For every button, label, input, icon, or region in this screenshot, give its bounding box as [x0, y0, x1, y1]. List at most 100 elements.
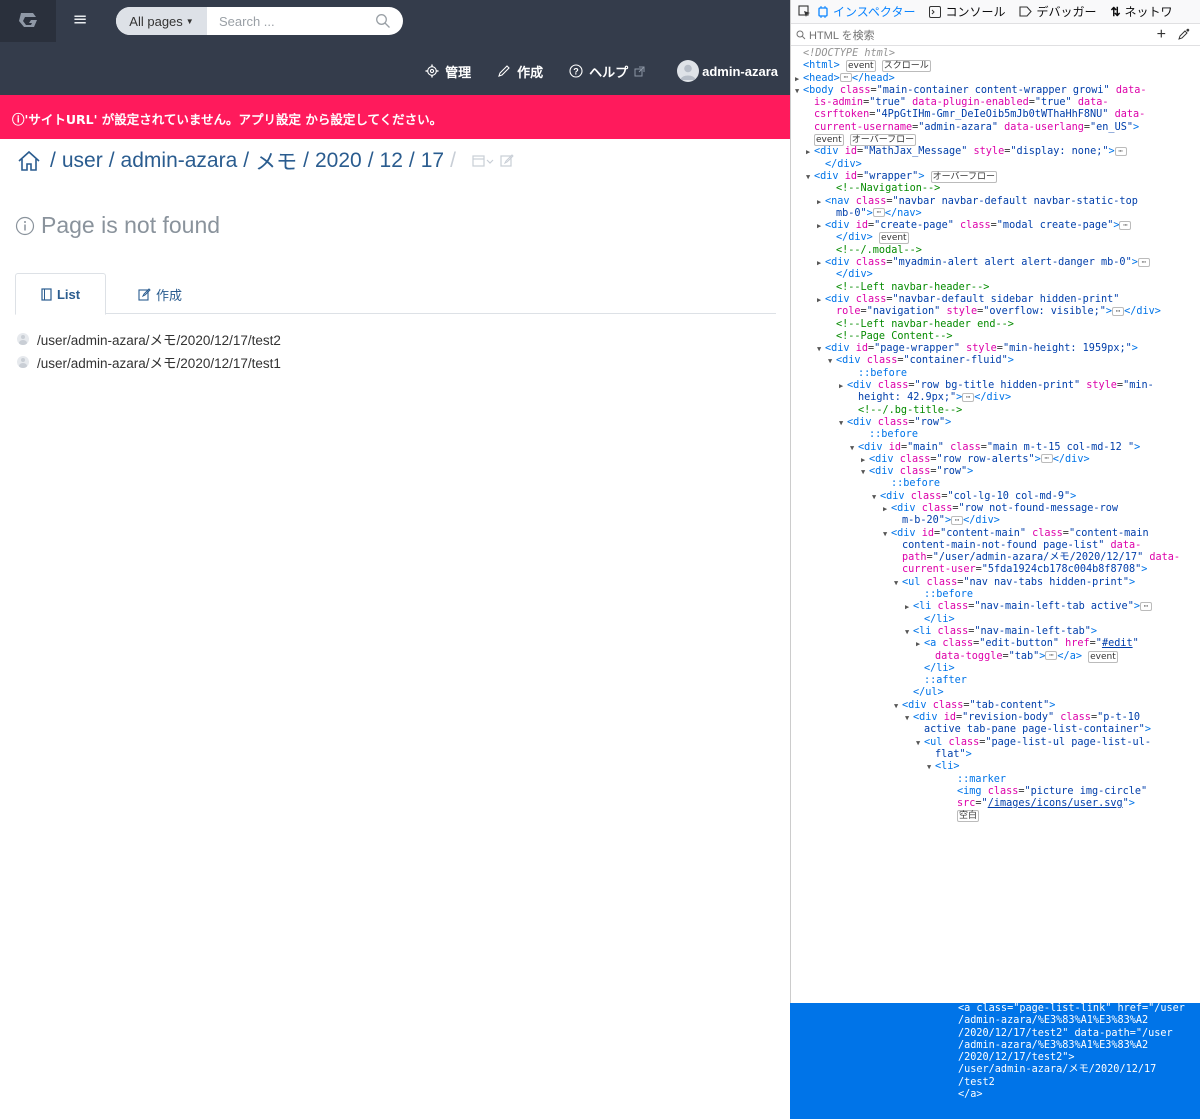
- expanded-twisty-icon[interactable]: ▼: [894, 577, 902, 589]
- collapsed-twisty-icon[interactable]: ▶: [916, 638, 924, 650]
- dom-tree-line[interactable]: ▶ <div class="navbar-default sidebar hidd…: [791, 294, 1200, 306]
- collapsed-twisty-icon[interactable]: ▶: [817, 196, 825, 208]
- breadcrumb-segment-memo[interactable]: メモ: [255, 146, 297, 176]
- dom-tree-line[interactable]: ▶ <head> ⋯ </head>: [791, 73, 1200, 85]
- collapsed-twisty-icon[interactable]: ▶: [861, 454, 869, 466]
- dom-tree-line[interactable]: <!--Page Content-->: [791, 331, 1200, 343]
- user-menu[interactable]: admin-azara: [677, 60, 778, 82]
- hamburger-menu-icon[interactable]: ≡: [70, 10, 90, 30]
- dom-tree-line[interactable]: ▼ <div id="wrapper"> オーバーフロー: [791, 170, 1200, 183]
- dom-tree-line[interactable]: 空白: [791, 810, 1200, 823]
- dom-tree-line[interactable]: ▼ <ul class="nav nav-tabs hidden-print">: [791, 577, 1200, 589]
- dom-tree-line[interactable]: path="/user/admin-azara/メモ/2020/12/17" d…: [791, 552, 1200, 564]
- dom-tree-line[interactable]: ▶ <div class="myadmin-alert alert alert-d…: [791, 257, 1200, 269]
- dom-tree-line[interactable]: ::after: [791, 675, 1200, 687]
- dom-tree-line[interactable]: current-username="admin-azara" data-user…: [791, 122, 1200, 134]
- dom-tree-line[interactable]: ▼ <div class="container-fluid">: [791, 355, 1200, 367]
- edit-icon[interactable]: [500, 154, 514, 168]
- dom-tree-line[interactable]: ▶ <a class="edit-button" href="#edit": [791, 638, 1200, 650]
- expanded-twisty-icon[interactable]: ▼: [916, 737, 924, 749]
- dom-tree-line[interactable]: <!DOCTYPE html>: [791, 48, 1200, 60]
- collapsed-twisty-icon[interactable]: ▶: [883, 503, 891, 515]
- dom-tree-line[interactable]: ▼ <div id="content-main" class="content-m…: [791, 528, 1200, 540]
- expanded-twisty-icon[interactable]: ▼: [927, 761, 935, 773]
- breadcrumb-segment-month[interactable]: 12: [380, 149, 403, 173]
- dom-tree-line[interactable]: active tab-pane page-list-container">: [791, 724, 1200, 736]
- dom-tree-line[interactable]: </li>: [791, 663, 1200, 675]
- tab-console[interactable]: コンソール: [929, 3, 1005, 20]
- collapsed-twisty-icon[interactable]: ▶: [806, 146, 814, 158]
- dom-tree-line[interactable]: height: 42.9px;"> ⋯ </div>: [791, 392, 1200, 404]
- search-scope-dropdown[interactable]: All pages ▼: [116, 7, 207, 35]
- tab-network[interactable]: ⇅ ネットワ: [1110, 3, 1172, 20]
- collapsed-twisty-icon[interactable]: ▶: [817, 220, 825, 232]
- add-node-icon[interactable]: +: [1157, 26, 1166, 44]
- dom-tree-line[interactable]: <!--/.modal-->: [791, 245, 1200, 257]
- dom-tree-line[interactable]: ▼ <div class="row">: [791, 466, 1200, 478]
- tab-list[interactable]: List: [15, 273, 106, 315]
- dom-tree-line[interactable]: </div>: [791, 269, 1200, 281]
- collapsed-twisty-icon[interactable]: ▶: [795, 73, 803, 85]
- dom-tree-line[interactable]: ▼ <div class="row">: [791, 417, 1200, 429]
- dom-tree-line[interactable]: ▼ <div class="col-lg-10 col-md-9">: [791, 491, 1200, 503]
- breadcrumb-segment-admin[interactable]: admin-azara: [121, 149, 238, 173]
- dom-tree-line[interactable]: <!--Left navbar-header-->: [791, 282, 1200, 294]
- dom-tree-line[interactable]: </li>: [791, 614, 1200, 626]
- selected-node-markup[interactable]: <a class="page-list-link" href="/user/ad…: [958, 1003, 1185, 1101]
- collapsed-twisty-icon[interactable]: ▶: [817, 294, 825, 306]
- dom-tree-line[interactable]: is-admin="true" data-plugin-enabled="tru…: [791, 97, 1200, 109]
- dom-tree-line[interactable]: ▼ <body class="main-container content-wra…: [791, 85, 1200, 97]
- eyedropper-icon[interactable]: [1178, 28, 1190, 40]
- template-dropdown-icon[interactable]: [472, 154, 494, 168]
- dom-tree-line[interactable]: ::before: [791, 368, 1200, 380]
- dom-tree-line[interactable]: ▼ <div class="tab-content">: [791, 700, 1200, 712]
- dom-tree-line[interactable]: m-b-20"> ⋯ </div>: [791, 515, 1200, 527]
- dom-tree-line[interactable]: ::before: [791, 589, 1200, 601]
- expanded-twisty-icon[interactable]: ▼: [894, 700, 902, 712]
- dom-tree-line[interactable]: </ul>: [791, 687, 1200, 699]
- dom-tree-line[interactable]: data-toggle="tab"> ⋯ </a> event: [791, 650, 1200, 663]
- search-icon[interactable]: [375, 13, 391, 29]
- home-icon[interactable]: [17, 150, 41, 172]
- dom-tree-line[interactable]: csrftoken="4PpGtIHm-Gmr_DeIeOib5mJb0tWTh…: [791, 109, 1200, 121]
- expanded-twisty-icon[interactable]: ▼: [839, 417, 847, 429]
- tab-debugger[interactable]: デバッガー: [1019, 3, 1096, 20]
- collapsed-twisty-icon[interactable]: ▶: [905, 601, 913, 613]
- dom-tree-line[interactable]: ▼ <div id="page-wrapper" style="min-heigh…: [791, 343, 1200, 355]
- dom-tree-line[interactable]: ▶ <li class="nav-main-left-tab active"> ⋯: [791, 601, 1200, 613]
- dom-tree-line[interactable]: <!--Left navbar-header end-->: [791, 319, 1200, 331]
- dom-tree-line[interactable]: current-user="5fda1924cb178c004b8f8708">: [791, 564, 1200, 576]
- breadcrumb-segment-day[interactable]: 17: [421, 149, 444, 173]
- dom-tree-line[interactable]: ▼ <div id="revision-body" class="p-t-10: [791, 712, 1200, 724]
- expanded-twisty-icon[interactable]: ▼: [828, 355, 836, 367]
- dom-tree-line[interactable]: <html> event スクロール: [791, 60, 1200, 73]
- breadcrumb-segment-year[interactable]: 2020: [315, 149, 362, 173]
- dom-tree-line[interactable]: <!--/.bg-title-->: [791, 405, 1200, 417]
- dom-tree-line[interactable]: <!--Navigation-->: [791, 183, 1200, 195]
- dom-tree-line[interactable]: ▼ <div id="main" class="main m-t-15 col-m…: [791, 442, 1200, 454]
- dom-tree-line[interactable]: src="/images/icons/user.svg">: [791, 798, 1200, 810]
- expanded-twisty-icon[interactable]: ▼: [817, 343, 825, 355]
- dom-tree-line[interactable]: ▼ <li class="nav-main-left-tab">: [791, 626, 1200, 638]
- expanded-twisty-icon[interactable]: ▼: [872, 491, 880, 503]
- dom-tree-line[interactable]: ▶ <nav class="navbar navbar-default navba…: [791, 196, 1200, 208]
- dom-tree-line[interactable]: event オーバーフロー: [791, 134, 1200, 147]
- dom-tree-line[interactable]: ▼ <ul class="page-list-ul page-list-ul-: [791, 737, 1200, 749]
- manage-link[interactable]: 管理: [425, 62, 471, 81]
- dom-tree-line[interactable]: flat">: [791, 749, 1200, 761]
- dom-tree-line[interactable]: ::before: [791, 429, 1200, 441]
- dom-tree-line[interactable]: ▼ <li>: [791, 761, 1200, 773]
- dom-tree-line[interactable]: ▶ <div class="row bg-title hidden-print" …: [791, 380, 1200, 392]
- dom-tree-line[interactable]: </div> event: [791, 232, 1200, 245]
- expanded-twisty-icon[interactable]: ▼: [850, 442, 858, 454]
- help-link[interactable]: ? ヘルプ: [569, 62, 651, 81]
- expanded-twisty-icon[interactable]: ▼: [905, 626, 913, 638]
- dom-tree-line[interactable]: ::before: [791, 478, 1200, 490]
- expanded-twisty-icon[interactable]: ▼: [883, 528, 891, 540]
- page-list-link[interactable]: /user/admin-azara/メモ/2020/12/17/test2: [37, 329, 281, 349]
- dom-tree-line[interactable]: ▶ <div id="create-page" class="modal crea…: [791, 220, 1200, 232]
- dom-tree-line[interactable]: ::marker: [791, 774, 1200, 786]
- dom-tree-line[interactable]: ▶ <div class="row not-found-message-row: [791, 503, 1200, 515]
- expanded-twisty-icon[interactable]: ▼: [861, 466, 869, 478]
- dom-tree-line[interactable]: role="navigation" style="overflow: visib…: [791, 306, 1200, 318]
